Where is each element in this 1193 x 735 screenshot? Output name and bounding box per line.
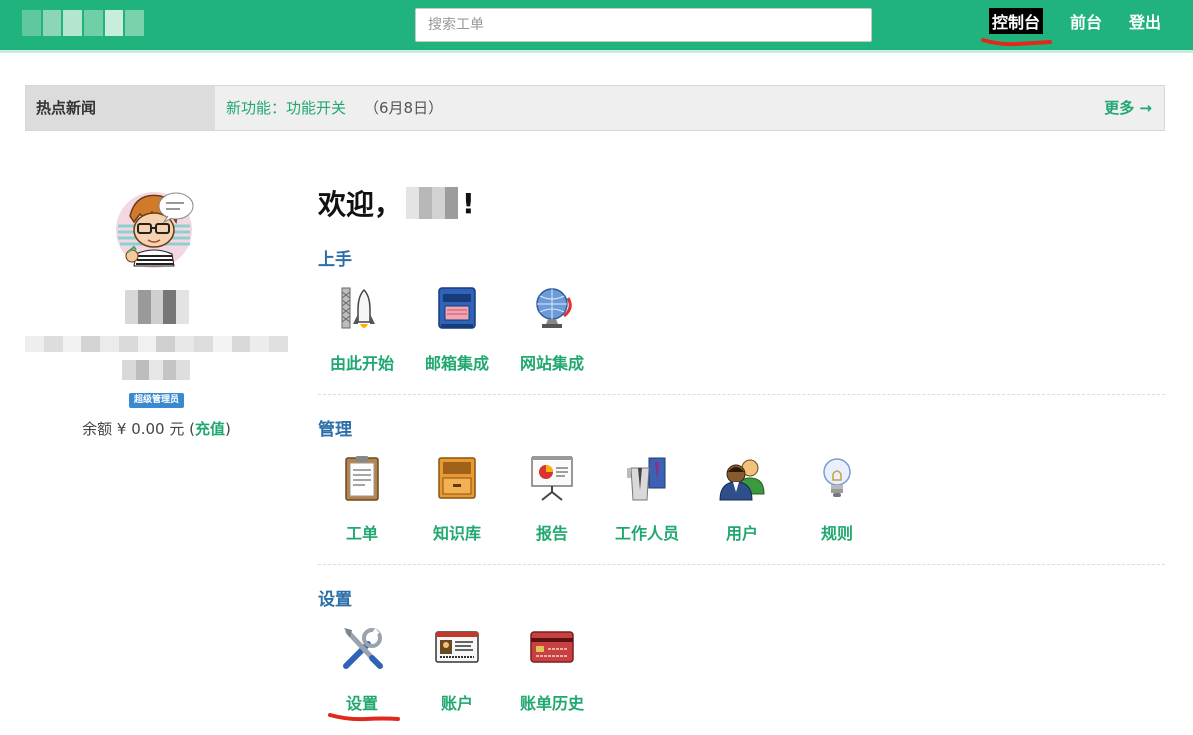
tile-label: 用户 (725, 524, 758, 543)
file-cabinet-icon (438, 457, 476, 499)
welcome-heading: 欢迎， ! (318, 186, 475, 222)
user-role-redacted (122, 360, 190, 380)
annotation-underline-console (981, 38, 1052, 47)
news-more-link[interactable]: 更多 → (1104, 86, 1152, 130)
section-divider (318, 564, 1165, 565)
section-divider (318, 394, 1165, 395)
clipboard-icon (345, 456, 379, 501)
lightbulb-icon (823, 458, 851, 497)
annotation-underline-settings (328, 713, 400, 722)
tile-label: 网站集成 (519, 354, 584, 373)
section-title-manage: 管理 (318, 420, 352, 440)
search-input[interactable] (415, 8, 872, 42)
section-title-getting-started: 上手 (318, 250, 352, 270)
rocket-launch-icon (341, 287, 375, 329)
section-title-settings: 设置 (318, 590, 352, 610)
news-bar: 热点新闻 新功能：功能开关 （6月8日） 更多 → (25, 85, 1165, 131)
role-badge: 超级管理员 (129, 393, 184, 408)
tile-settings[interactable]: 设置 (317, 624, 407, 714)
nav-front[interactable]: 前台 (1067, 8, 1105, 34)
tools-icon (343, 628, 383, 669)
tile-account[interactable]: 账户 (412, 624, 502, 714)
balance-text: 余额 ¥ 0.00 元 (充值) (82, 420, 231, 438)
tile-label: 知识库 (432, 524, 481, 543)
tile-get-started[interactable]: 由此开始 (317, 284, 407, 374)
tile-knowledge-base[interactable]: 知识库 (412, 454, 502, 544)
logo[interactable] (22, 10, 145, 36)
nav-logout[interactable]: 登出 (1126, 8, 1164, 34)
id-card-icon (435, 631, 479, 663)
tile-staff[interactable]: 工作人员 (602, 454, 692, 544)
news-date: （6月8日） (364, 99, 444, 117)
tile-billing-history[interactable]: 账单历史 (507, 624, 597, 714)
staff-shirts-icon (627, 457, 666, 501)
tile-label: 由此开始 (329, 354, 394, 373)
presentation-chart-icon (531, 456, 573, 501)
tile-label: 邮箱集成 (424, 354, 489, 373)
tile-label: 工单 (345, 524, 378, 543)
tile-rules[interactable]: 规则 (792, 454, 882, 544)
tile-label: 报告 (535, 524, 568, 543)
tile-label: 工作人员 (614, 524, 679, 543)
users-icon (719, 459, 765, 501)
mailbox-icon (438, 287, 476, 329)
user-name-redacted (125, 290, 189, 324)
tile-reports[interactable]: 报告 (507, 454, 597, 544)
tile-users[interactable]: 用户 (697, 454, 787, 544)
credit-card-icon (530, 631, 574, 663)
nav-console[interactable]: 控制台 (989, 8, 1044, 34)
user-email-redacted (25, 336, 288, 352)
tile-tickets[interactable]: 工单 (317, 454, 407, 544)
tile-label: 规则 (820, 524, 853, 543)
tile-label: 账户 (440, 694, 473, 713)
news-link[interactable]: 新功能：功能开关 (226, 86, 346, 130)
avatar[interactable] (114, 186, 198, 268)
tile-label: 账单历史 (519, 694, 584, 713)
tile-email-integration[interactable]: 邮箱集成 (412, 284, 502, 374)
welcome-user-redacted (406, 187, 459, 219)
globe-icon (536, 288, 572, 328)
tile-website-integration[interactable]: 网站集成 (507, 284, 597, 374)
recharge-link[interactable]: 充值 (195, 420, 225, 438)
news-label: 热点新闻 (26, 86, 215, 130)
